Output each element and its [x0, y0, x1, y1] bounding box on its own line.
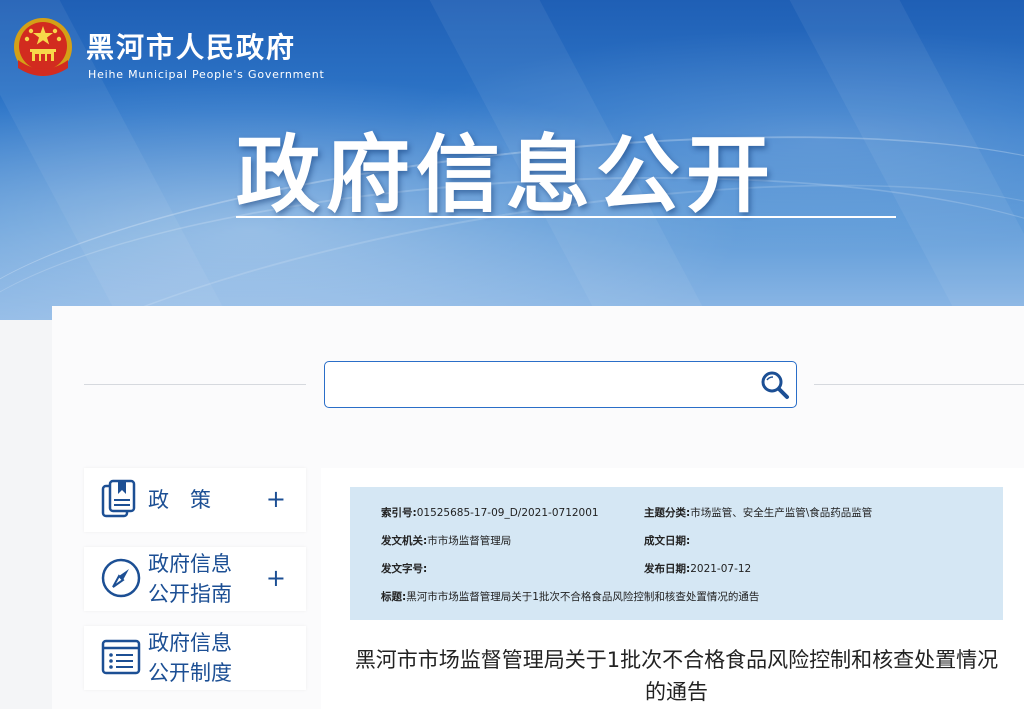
document-metadata: 索引号:01525685-17-09_D/2021-0712001 主题分类:市…: [350, 487, 1003, 620]
site-name-english: Heihe Municipal People's Government: [88, 68, 325, 81]
search-input[interactable]: [333, 368, 753, 401]
sidebar-item-label: 政府信息 公开指南: [148, 552, 232, 606]
meta-created-date: 成文日期:: [644, 535, 691, 547]
sidebar-item-system[interactable]: 政府信息 公开制度: [84, 626, 306, 690]
list-doc-icon: [101, 639, 141, 675]
banner-title-underline: [236, 216, 896, 218]
sidebar-item-guide[interactable]: 政府信息 公开指南 +: [84, 547, 306, 611]
meta-published-date: 发布日期:2021-07-12: [644, 563, 752, 575]
sidebar-item-label: 政 策: [148, 488, 211, 512]
search-box: [324, 361, 797, 408]
meta-title: 标题:黑河市市场监督管理局关于1批次不合格食品风险控制和核查处置情况的通告: [381, 591, 760, 603]
national-emblem-icon[interactable]: [12, 16, 74, 82]
document-stack-icon: [101, 479, 136, 518]
site-name[interactable]: 黑河市人民政府: [86, 26, 296, 66]
sidebar-item-policy[interactable]: 政 策 +: [84, 468, 306, 532]
search-divider-left: [84, 384, 306, 385]
meta-index: 索引号:01525685-17-09_D/2021-0712001: [381, 507, 599, 519]
sidebar-item-label: 政府信息 公开制度: [148, 631, 232, 685]
expand-plus-icon[interactable]: +: [266, 564, 286, 592]
expand-plus-icon[interactable]: +: [266, 485, 286, 513]
header-banner: 黑河市人民政府 Heihe Municipal People's Governm…: [0, 0, 1024, 320]
banner-title: 政府信息公开: [236, 126, 777, 224]
search-icon[interactable]: [756, 366, 794, 404]
meta-topic: 主题分类:市场监管、安全生产监管\食品药品监管: [644, 507, 873, 519]
meta-issuer: 发文机关:市市场监督管理局: [381, 535, 512, 547]
meta-doc-number: 发文字号:: [381, 563, 428, 575]
article-title: 黑河市市场监督管理局关于1批次不合格食品风险控制和核查处置情况的通告: [354, 648, 999, 704]
compass-icon: [101, 558, 141, 598]
search-divider-right: [814, 384, 1024, 385]
